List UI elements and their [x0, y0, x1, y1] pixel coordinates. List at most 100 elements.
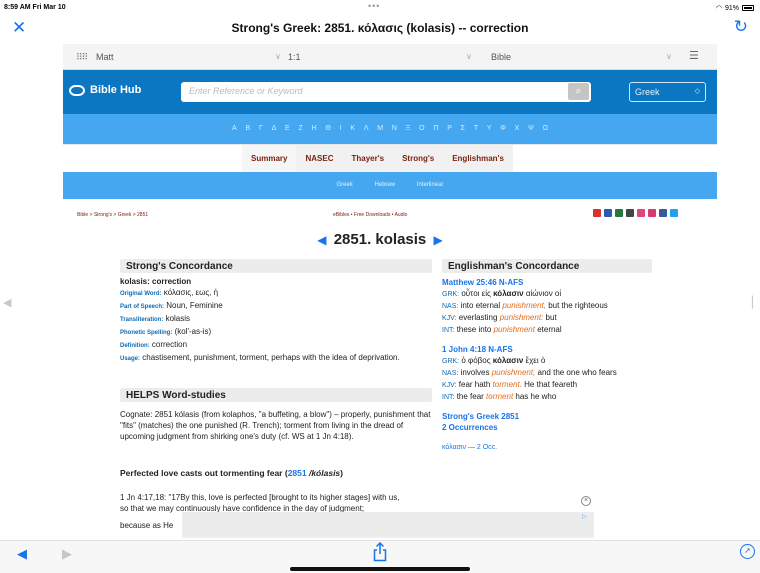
englishman-concordance: Matthew 25:46 N-AFS GRK: οὗτοι εἰς κόλασ…: [442, 277, 662, 453]
ad-banner[interactable]: [182, 512, 594, 538]
highlighted-word: punishment:: [499, 313, 544, 322]
greek-keyword: κόλασιν: [493, 289, 524, 298]
excel-icon[interactable]: [615, 209, 623, 217]
phonetic-row: Phonetic Spelling: (kol'-as-is): [120, 326, 420, 339]
grk-line: GRK: ὁ φόβος κόλασιν ἔχει ὁ: [442, 356, 546, 365]
tab-englishmans[interactable]: Englishman's: [443, 145, 513, 173]
chapter-select[interactable]: 1:1: [288, 52, 301, 62]
greek-letter-link[interactable]: Ξ: [406, 125, 411, 132]
pos-label: Part of Speech:: [120, 304, 165, 310]
greek-letter-link[interactable]: Λ: [364, 125, 369, 132]
tab-strongs[interactable]: Strong's: [393, 145, 443, 173]
original-word: κόλασις, εως, ἡ: [163, 288, 219, 297]
version-select[interactable]: Bible: [491, 52, 511, 62]
greek-letter-link[interactable]: Τ: [474, 125, 478, 132]
int-line: INT: these into punishment eternal: [442, 325, 562, 334]
ebibles-links[interactable]: eBibles • Free Downloads • Audio: [333, 212, 407, 218]
helps-header: HELPS Word-studies: [120, 388, 432, 402]
helps-subheading: Perfected love casts out tormenting fear…: [120, 468, 343, 478]
subnav-hebrew[interactable]: Hebrew: [374, 182, 395, 188]
email-icon[interactable]: [637, 209, 645, 217]
ad-close-icon[interactable]: ×: [581, 496, 591, 506]
left-edge-arrow-icon[interactable]: ◀: [3, 296, 11, 309]
chevron-down-icon[interactable]: ∨: [275, 52, 281, 61]
occurrence-word-link[interactable]: κόλασιν — 2 Occ.: [442, 442, 662, 453]
pos-row: Part of Speech: Noun, Feminine: [120, 300, 420, 313]
tab-summary[interactable]: Summary: [242, 145, 297, 173]
greek-letter-link[interactable]: Α: [232, 125, 237, 132]
multitask-dots[interactable]: •••: [368, 1, 380, 11]
greek-letter-link[interactable]: Ο: [419, 125, 424, 132]
greek-letter-link[interactable]: Χ: [515, 125, 520, 132]
search-button[interactable]: ⌕: [568, 83, 589, 100]
chevron-down-icon[interactable]: ∨: [666, 52, 672, 61]
instagram-icon[interactable]: [648, 209, 656, 217]
grid-icon[interactable]: ⠿⠿: [76, 52, 88, 63]
phonetic-value: (kol'-as-is): [174, 327, 212, 336]
greek-letter-link[interactable]: Ρ: [447, 125, 452, 132]
refresh-icon[interactable]: ↻: [734, 18, 748, 35]
bookmark-icon[interactable]: [593, 209, 601, 217]
greek-letter-link[interactable]: Γ: [259, 125, 263, 132]
usage-value: chastisement, punishment, torment, perha…: [142, 353, 400, 362]
concordance-ref[interactable]: Matthew 25:46 N-AFS: [442, 277, 662, 288]
subnav-greek[interactable]: Greek: [336, 182, 352, 188]
twitter-icon[interactable]: [670, 209, 678, 217]
greek-letter-link[interactable]: Φ: [500, 125, 506, 132]
verse-quote: 1 Jn 4:17,18: "17By this, love is perfec…: [120, 493, 400, 513]
greek-letter-link[interactable]: Δ: [272, 125, 277, 132]
print-icon[interactable]: [626, 209, 634, 217]
highlighted-word: torment: [486, 392, 514, 401]
menu-icon[interactable]: ☰: [689, 49, 699, 62]
kjv-text: fear hath torment. He that feareth: [458, 380, 578, 389]
greek-letter-link[interactable]: Β: [245, 125, 250, 132]
greek-letter-link[interactable]: Κ: [350, 125, 355, 132]
greek-letter-link[interactable]: Σ: [461, 125, 465, 132]
tab-thayers[interactable]: Thayer's: [342, 145, 393, 173]
greek-letter-link[interactable]: Ε: [285, 125, 290, 132]
greek-letter-link[interactable]: Ν: [392, 125, 397, 132]
definition-label: Definition:: [120, 343, 150, 349]
strongs-greek-link[interactable]: Strong's Greek 2851: [442, 411, 662, 422]
greek-letter-link[interactable]: Ω: [543, 125, 548, 132]
status-time: 8:59 AM Fri Mar 10: [4, 4, 66, 11]
language-select[interactable]: Greek ◇: [629, 82, 706, 102]
nas-text: into eternal punishment, but the righteo…: [460, 301, 608, 310]
greek-letter-link[interactable]: Μ: [377, 125, 383, 132]
title-bar: ✕ Strong's Greek: 2851. κόλασις (kolasis…: [0, 16, 760, 42]
word-icon[interactable]: [604, 209, 612, 217]
right-edge-arrow-icon[interactable]: ▏: [752, 296, 760, 309]
subnav-interlinear[interactable]: Interlinear: [417, 182, 444, 188]
occurrences-link[interactable]: 2 Occurrences: [442, 422, 662, 433]
greek-letter-link[interactable]: Ψ: [528, 125, 534, 132]
language-value: Greek: [635, 87, 660, 97]
greek-letter-link[interactable]: Ζ: [299, 125, 303, 132]
safari-window: 8:59 AM Fri Mar 10 ••• ◠ 91% ✕ Strong's …: [0, 0, 760, 573]
highlighted-word: punishment: [493, 325, 535, 334]
back-icon[interactable]: ◀: [17, 546, 27, 562]
chevron-down-icon[interactable]: ∨: [466, 52, 472, 61]
compass-icon[interactable]: ➚: [740, 544, 755, 559]
greek-letter-link[interactable]: Ι: [340, 125, 342, 132]
book-select[interactable]: Matt: [96, 52, 114, 62]
share-icon[interactable]: [372, 542, 388, 562]
greek-letter-link[interactable]: Π: [433, 125, 438, 132]
breadcrumb[interactable]: Bible > Strong's > Greek > 2851: [77, 212, 148, 218]
next-entry-icon[interactable]: ▶: [433, 233, 442, 247]
tab-nasec[interactable]: NASEC: [296, 145, 342, 173]
kjv-line: KJV: everlasting punishment: but: [442, 313, 557, 322]
greek-letter-link[interactable]: Υ: [487, 125, 492, 132]
verse-quote-cont: because as He: [120, 521, 174, 530]
verse-nav-bar: ⠿⠿ Matt ∨ 1:1 ∨ Bible ∨ ☰: [63, 44, 717, 70]
forward-icon[interactable]: ▶: [62, 546, 72, 562]
ad-choices-icon[interactable]: ▷: [582, 513, 587, 520]
strongs-link[interactable]: 2851: [288, 468, 307, 478]
prev-entry-icon[interactable]: ◀: [317, 233, 326, 247]
concordance-ref[interactable]: 1 John 4:18 N-AFS: [442, 344, 662, 355]
site-logo[interactable]: Bible Hub: [69, 84, 141, 96]
greek-letter-link[interactable]: Θ: [325, 125, 330, 132]
greek-letter-link[interactable]: Η: [312, 125, 317, 132]
facebook-icon[interactable]: [659, 209, 667, 217]
highlighted-word: punishment,: [502, 301, 546, 310]
search-input[interactable]: Enter Reference or Keyword: [181, 82, 591, 102]
